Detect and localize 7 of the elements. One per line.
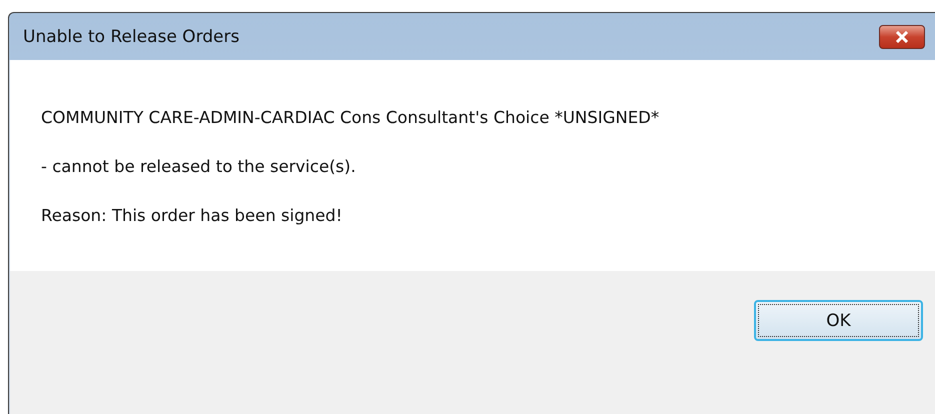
message-text: COMMUNITY CARE-ADMIN-CARDIAC Cons Consultant's Choice *UNSIGNED* [41, 108, 660, 127]
close-icon [895, 30, 909, 42]
ok-button[interactable]: OK [754, 300, 923, 341]
message-text: Reason: This order has been signed! [41, 206, 344, 225]
window-title: Unable to Release Orders [23, 26, 240, 46]
close-button[interactable] [879, 24, 925, 48]
message-text: - cannot be released to the service(s). [41, 157, 357, 176]
